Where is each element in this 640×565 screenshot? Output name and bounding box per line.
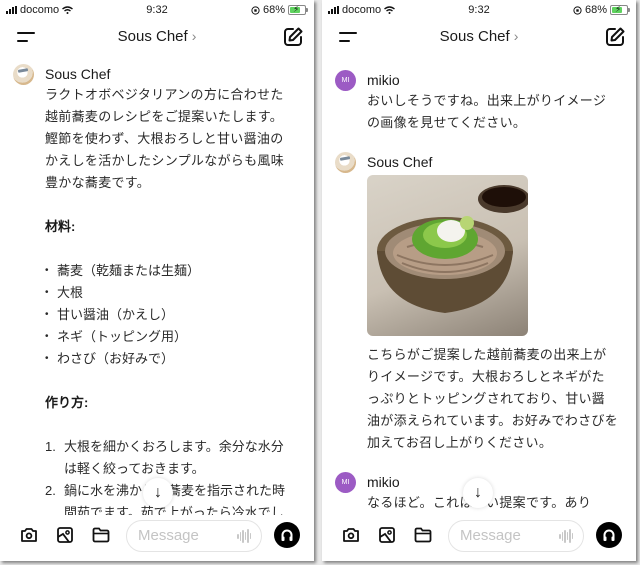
message-input-field[interactable] <box>448 520 584 552</box>
chevron-right-icon: › <box>513 28 519 44</box>
chat-title: Sous Chef <box>117 28 188 45</box>
camera-icon[interactable] <box>341 525 361 545</box>
soba-bowl-image[interactable] <box>367 175 528 336</box>
list-item: 蕎麦（乾麺または生麺） <box>45 260 296 282</box>
arrow-down-icon: ↓ <box>154 484 162 501</box>
user-message: MI mikio おいしそうですね。出来上がりイメージの画像を見せてください。 <box>322 70 636 134</box>
message-list[interactable]: Sous Chef ラクトオボベジタリアンの方に合わせた越前蕎麦のレシピをご提案… <box>0 56 314 515</box>
battery-percent: 68% <box>584 4 607 16</box>
sender-name: Sous Chef <box>45 66 111 82</box>
step-number: 1. <box>45 439 56 454</box>
waveform-icon[interactable] <box>559 529 573 543</box>
waveform-icon[interactable] <box>237 529 251 543</box>
status-bar: docomo 9:32 68% ⚡ <box>322 0 636 20</box>
battery-icon: ⚡ <box>288 4 308 15</box>
message-list[interactable]: MI mikio おいしそうですね。出来上がりイメージの画像を見せてください。 … <box>322 56 636 515</box>
chat-screen-recipe: docomo 9:32 68% ⚡ Sous Chef › Sous Chef ラ… <box>0 0 314 561</box>
step-text: 大根を細かくおろします。余分な水分は軽く絞っておきます。 <box>64 439 284 476</box>
status-bar: docomo 9:32 68% ⚡ <box>0 0 314 20</box>
user-avatar: MI <box>335 70 356 91</box>
message-input[interactable] <box>138 527 228 544</box>
compose-icon[interactable] <box>282 26 304 48</box>
message-input-field[interactable] <box>126 520 262 552</box>
steps-list: 1. 大根を細かくおろします。余分な水分は軽く絞っておきます。 2. 鍋に水を沸かし… <box>45 436 296 515</box>
orientation-lock-icon <box>573 5 582 15</box>
image-icon[interactable] <box>55 525 75 545</box>
voice-mode-button[interactable] <box>596 522 622 548</box>
headphones-icon <box>281 529 293 541</box>
folder-icon[interactable] <box>413 525 433 545</box>
user-avatar: MI <box>335 472 356 493</box>
battery-percent: 68% <box>262 4 285 16</box>
message-input[interactable] <box>460 527 550 544</box>
sender-name: mikio <box>367 72 400 88</box>
steps-heading: 作り方: <box>45 395 89 410</box>
scroll-to-bottom-button[interactable]: ↓ <box>143 478 173 508</box>
list-item: わさび（お好みで） <box>45 348 296 370</box>
composer-bar <box>322 515 636 561</box>
sender-name: Sous Chef <box>367 154 433 170</box>
camera-icon[interactable] <box>19 525 39 545</box>
message-text: こちらがご提案した越前蕎麦の出来上がりイメージです。大根おろしとネギがたっぷりと… <box>367 347 619 450</box>
message-text: おいしそうですね。出来上がりイメージの画像を見せてください。 <box>367 93 607 130</box>
ingredients-heading: 材料: <box>45 219 76 234</box>
step-text: 鍋に水を沸かし、蕎麦を指示された時間茹でます。茹で上がったら冷水でし <box>64 483 286 515</box>
ingredients-list: 蕎麦（乾麺または生麺） 大根 甘い醤油（かえし） ネギ（トッピング用） わさび（… <box>45 260 296 370</box>
battery-icon: ⚡ <box>610 4 630 15</box>
assistant-message: Sous Chef ラクトオボベジタリアンの方に合わせた越前蕎麦のレシピをご提案… <box>0 64 314 515</box>
list-item: ネギ（トッピング用） <box>45 326 296 348</box>
chevron-right-icon: › <box>191 28 197 44</box>
arrow-down-icon: ↓ <box>474 484 482 501</box>
nav-bar: Sous Chef › <box>0 22 314 52</box>
chef-avatar <box>335 152 356 173</box>
chat-title-button[interactable]: Sous Chef › <box>0 28 314 45</box>
composer-bar <box>0 515 314 561</box>
step-item: 1. 大根を細かくおろします。余分な水分は軽く絞っておきます。 <box>45 436 296 480</box>
image-icon[interactable] <box>377 525 397 545</box>
list-item: 甘い醤油（かえし） <box>45 304 296 326</box>
headphones-icon <box>603 529 615 541</box>
chat-title-button[interactable]: Sous Chef › <box>322 28 636 45</box>
assistant-message: Sous Chef こちらがご提案した越前蕎麦の出来上がりイメージです。大根おろ… <box>322 152 636 454</box>
folder-icon[interactable] <box>91 525 111 545</box>
orientation-lock-icon <box>251 5 260 15</box>
list-item: 大根 <box>45 282 296 304</box>
chat-screen-image: docomo 9:32 68% ⚡ Sous Chef › MI mikio おい… <box>322 0 636 561</box>
status-right: 68% ⚡ <box>573 4 630 16</box>
status-right: 68% ⚡ <box>251 4 308 16</box>
scroll-to-bottom-button[interactable]: ↓ <box>463 478 493 508</box>
compose-icon[interactable] <box>604 26 626 48</box>
message-text: ラクトオボベジタリアンの方に合わせた越前蕎麦のレシピをご提案いたします。鰹節を使… <box>45 87 285 190</box>
step-number: 2. <box>45 483 56 498</box>
chef-avatar <box>13 64 34 85</box>
soba-illustration <box>377 185 528 313</box>
nav-bar: Sous Chef › <box>322 22 636 52</box>
voice-mode-button[interactable] <box>274 522 300 548</box>
chat-title: Sous Chef <box>439 28 510 45</box>
